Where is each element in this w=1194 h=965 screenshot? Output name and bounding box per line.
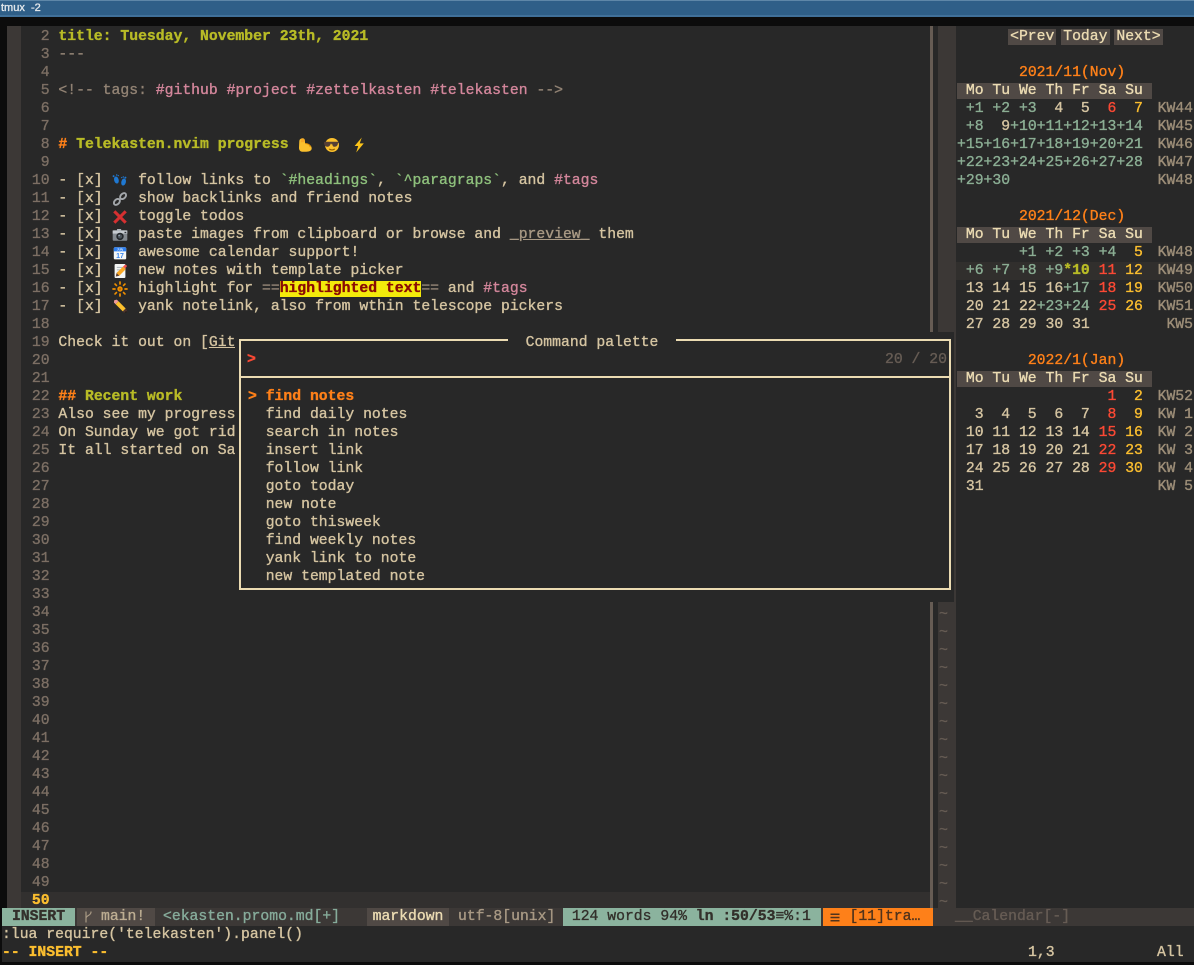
svg-text:July: July <box>116 247 123 251</box>
svg-text:17: 17 <box>116 252 124 259</box>
